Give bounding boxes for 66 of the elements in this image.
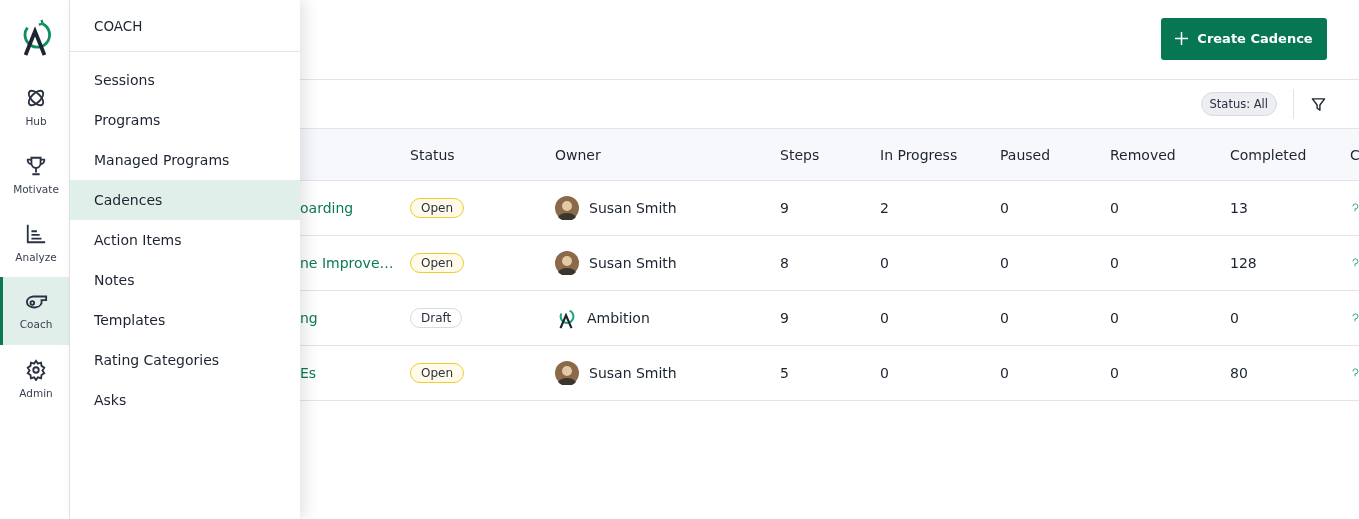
atom-icon xyxy=(25,87,47,109)
table-cell-text: 0 xyxy=(880,310,890,326)
owner-name: Susan Smith xyxy=(589,255,677,271)
status-badge: Draft xyxy=(410,308,463,328)
table-cell-text: 0 xyxy=(1000,200,1010,216)
avatar-icon xyxy=(555,196,579,220)
table-cell-text: 9 xyxy=(780,200,790,216)
settings-icon xyxy=(25,359,47,381)
table-cell-text: 13 xyxy=(1230,200,1249,216)
rail-item[interactable]: Coach xyxy=(0,277,69,345)
chart-icon xyxy=(25,223,47,245)
cadence-link[interactable]: oarding xyxy=(300,200,354,216)
table-cell-text: 0 xyxy=(1230,310,1240,326)
trophy-icon xyxy=(25,155,47,177)
column-header: Steps xyxy=(780,146,821,163)
column-header: Removed xyxy=(1110,146,1177,163)
table-cell-text: 128 xyxy=(1230,255,1258,271)
filter-icon[interactable] xyxy=(1311,96,1326,112)
cadence-link[interactable]: ng xyxy=(300,310,318,326)
column-header: Owner xyxy=(555,146,602,163)
column-header: C xyxy=(1350,146,1359,163)
menu-title: COACH xyxy=(70,0,300,52)
menu-item[interactable]: Cadences xyxy=(70,180,300,220)
menu-item[interactable]: Rating Categories xyxy=(70,340,300,380)
menu-item[interactable]: Notes xyxy=(70,260,300,300)
cadence-link[interactable]: ne Improve… xyxy=(300,255,394,271)
table-cell-text: 0 xyxy=(880,365,890,381)
avatar-icon xyxy=(555,361,579,385)
table-cell-text: 2 xyxy=(880,200,890,216)
table-cell-text: 9 xyxy=(780,310,790,326)
menu-item[interactable]: Asks xyxy=(70,380,300,420)
owner-name: Ambition xyxy=(587,310,650,326)
rail-item[interactable]: Analyze xyxy=(0,209,69,277)
rail-item[interactable]: Admin xyxy=(0,345,69,413)
menu-item[interactable]: Action Items xyxy=(70,220,300,260)
table-cell-text: 0 xyxy=(1000,255,1010,271)
status-badge: Open xyxy=(410,253,465,273)
rail-item[interactable]: Motivate xyxy=(0,141,69,209)
column-header: Completed xyxy=(1230,146,1308,163)
owner-name: Susan Smith xyxy=(589,200,677,216)
cadence-link[interactable]: Es xyxy=(300,365,317,381)
rail-item[interactable]: Hub xyxy=(0,73,69,141)
table-cell-text: 0 xyxy=(1110,200,1120,216)
avatar-icon xyxy=(555,251,579,275)
owner-name: Susan Smith xyxy=(589,365,677,381)
table-cell-text: 80 xyxy=(1230,365,1249,381)
table-cell-text: 0 xyxy=(1000,365,1010,381)
column-header: Paused xyxy=(1000,146,1052,163)
status-filter-chip[interactable]: Status: All xyxy=(1200,92,1277,116)
status-badge: Open xyxy=(410,198,465,218)
table-cell-text: 0 xyxy=(1000,310,1010,326)
plus-icon xyxy=(1175,32,1189,45)
table-cell-text: 0 xyxy=(1110,255,1120,271)
column-header: In Progress xyxy=(880,146,959,163)
menu-item[interactable]: Templates xyxy=(70,300,300,340)
table-cell-text: 0 xyxy=(880,255,890,271)
table-cell-text: 0 xyxy=(1110,365,1120,381)
menu-item[interactable]: Managed Programs xyxy=(70,140,300,180)
table-cell-text: 8 xyxy=(780,255,790,271)
status-badge: Open xyxy=(410,363,465,383)
table-cell-text: 5 xyxy=(780,365,790,381)
table-cell-text: 0 xyxy=(1110,310,1120,326)
create-button[interactable]: Create Cadence xyxy=(1161,17,1327,60)
column-header: Status xyxy=(410,146,456,163)
menu-item[interactable]: Sessions xyxy=(70,60,300,100)
menu-item[interactable]: Programs xyxy=(70,100,300,140)
